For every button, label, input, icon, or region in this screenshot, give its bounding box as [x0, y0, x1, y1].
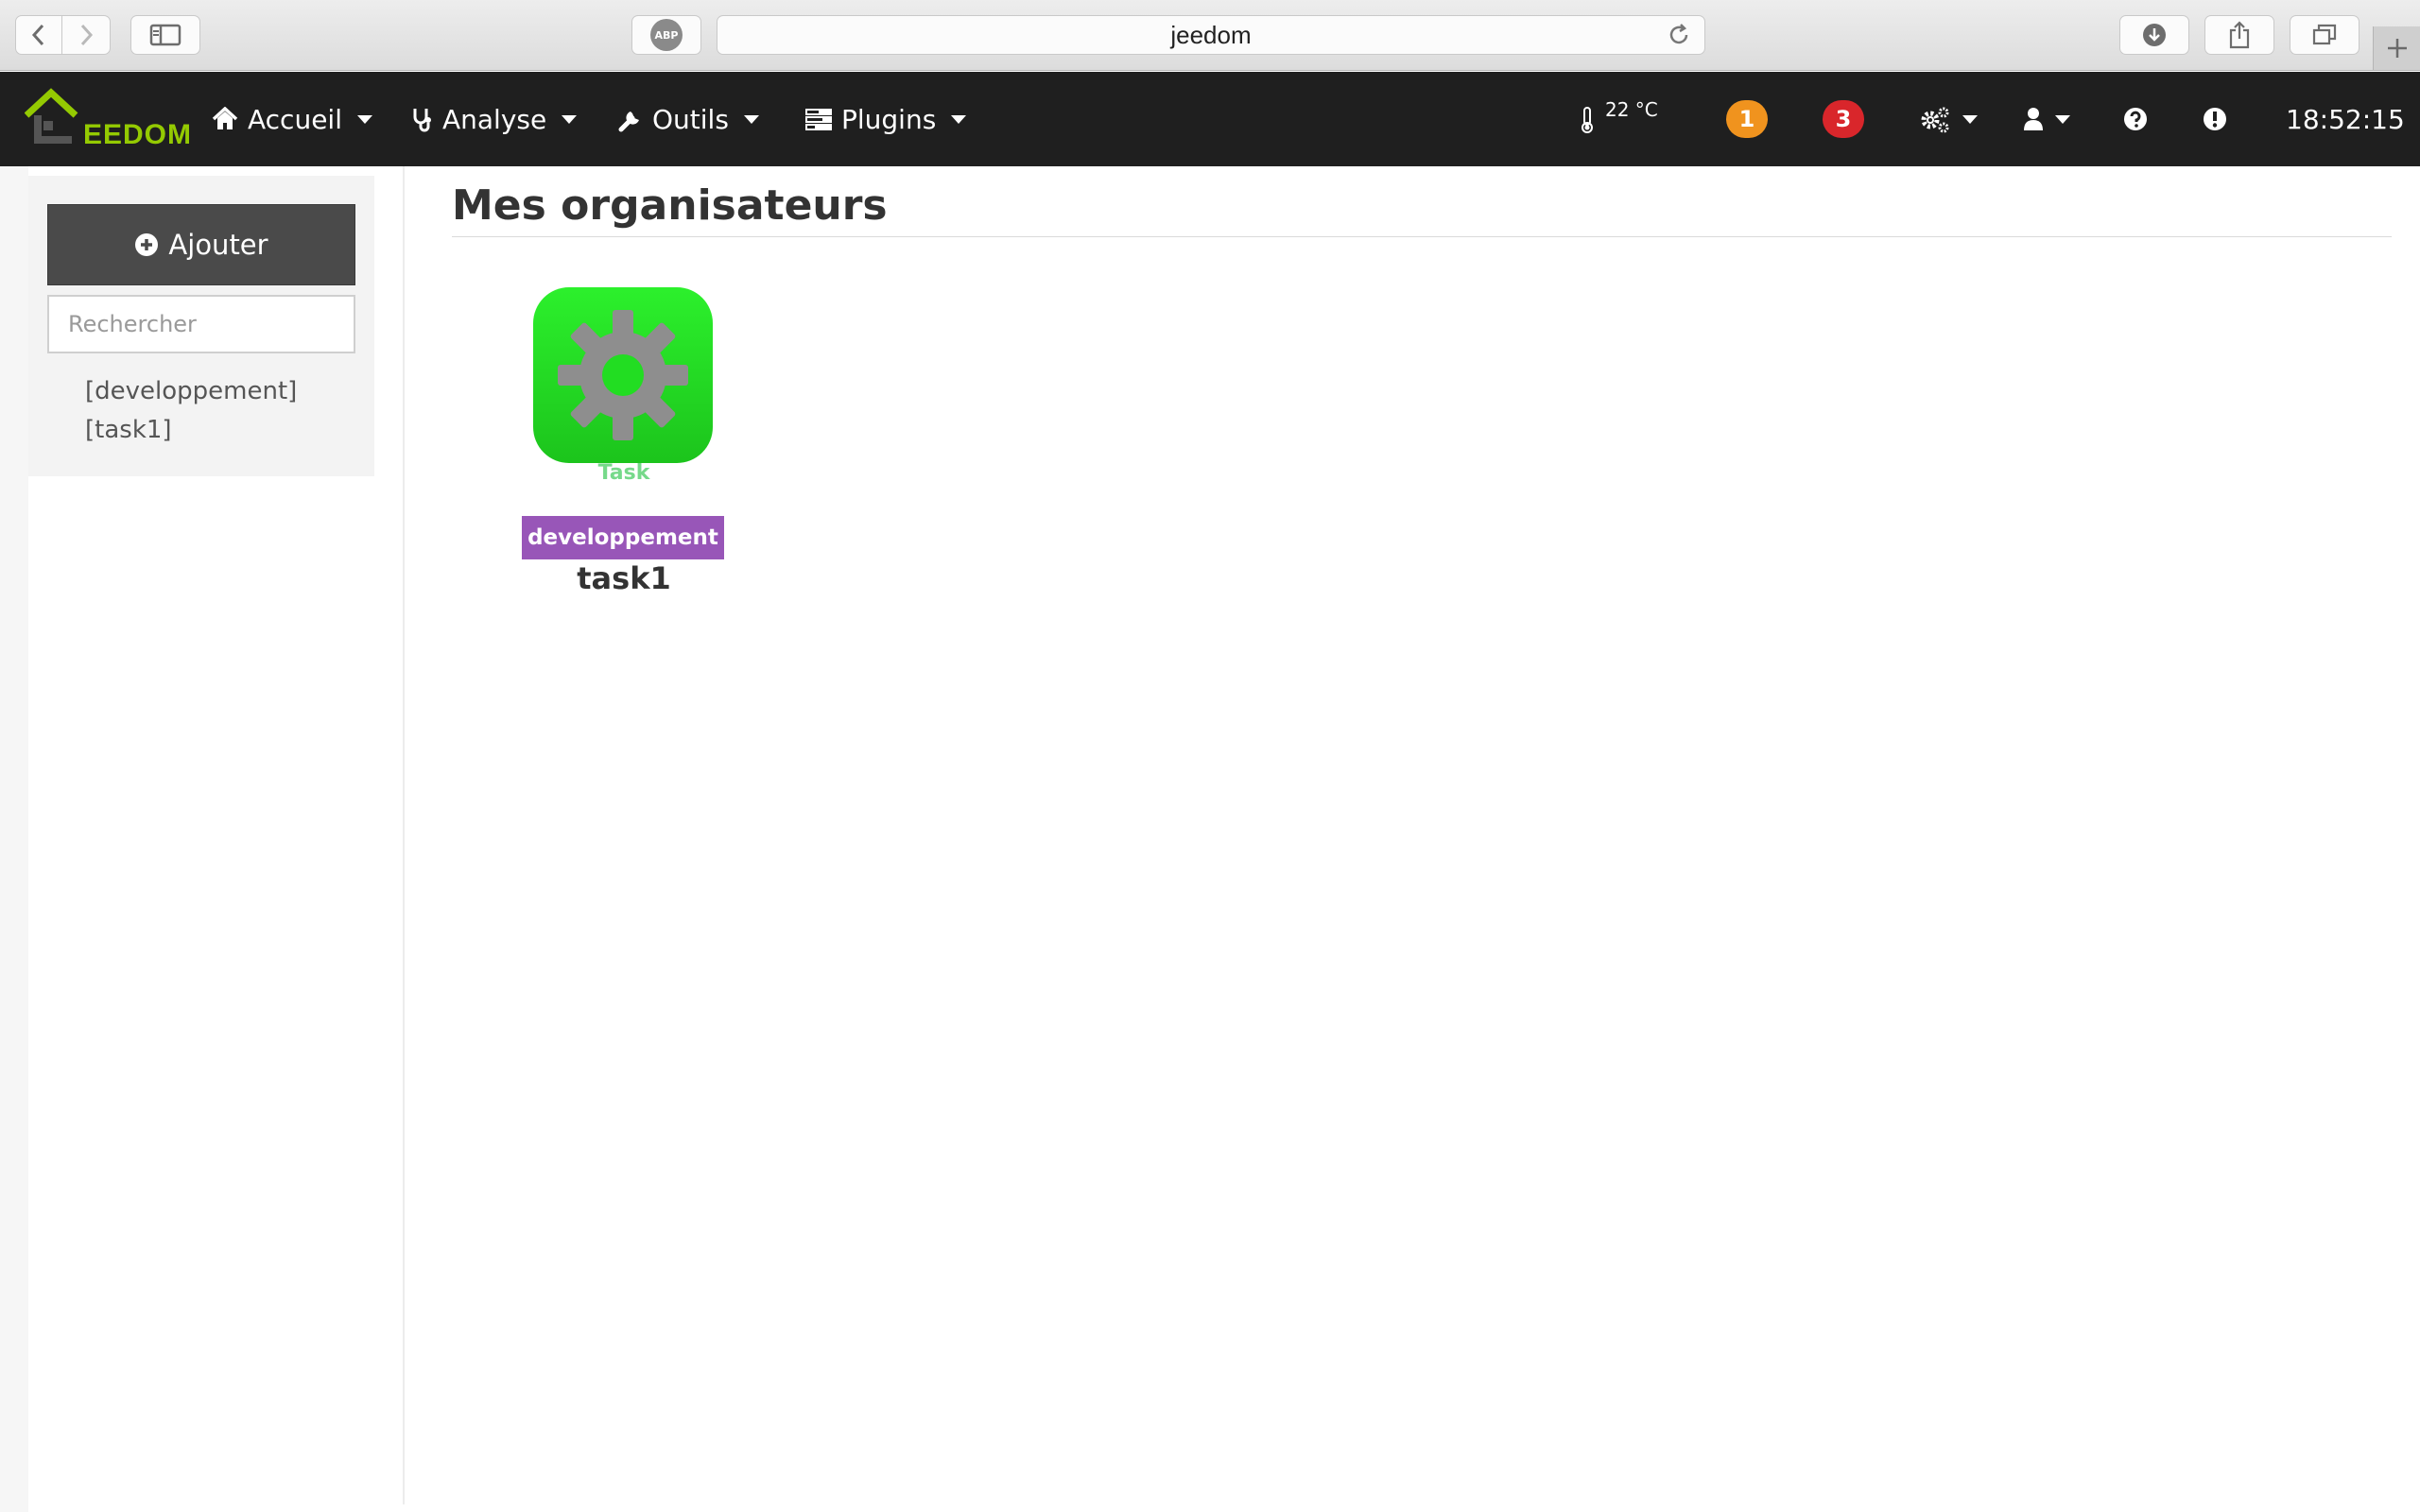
user-menu[interactable] — [2023, 98, 2070, 140]
reload-icon[interactable] — [1667, 23, 1691, 47]
sidebar-divider — [403, 166, 405, 1504]
share-button[interactable] — [2204, 15, 2274, 55]
forward-button[interactable] — [61, 15, 111, 55]
caret-down-icon — [2055, 114, 2070, 124]
question-circle-icon — [2124, 108, 2147, 130]
stethoscope-icon — [413, 109, 431, 132]
user-icon — [2024, 108, 2043, 130]
back-button[interactable] — [15, 15, 62, 55]
url-text: jeedom — [1170, 20, 1252, 49]
share-icon — [2229, 21, 2250, 49]
page-title: Mes organisateurs — [452, 181, 888, 230]
wrench-icon — [618, 112, 639, 132]
card-icon-tile — [533, 287, 713, 463]
nav-analyse[interactable]: Analyse — [410, 100, 578, 138]
nav-analyse-label: Analyse — [442, 103, 547, 135]
sidebar-icon — [149, 24, 182, 46]
nav-accueil[interactable]: Accueil — [212, 100, 372, 138]
chevron-right-icon — [80, 24, 94, 46]
temperature-widget[interactable]: 22 °C — [1581, 98, 1658, 134]
downloads-button[interactable] — [2119, 15, 2189, 55]
plus-icon — [2387, 39, 2407, 58]
plus-circle-icon — [135, 233, 159, 256]
clock: 18:52:15 — [2286, 103, 2405, 135]
help-button[interactable] — [2123, 98, 2148, 140]
chevron-left-icon — [31, 24, 44, 46]
caret-down-icon — [951, 114, 967, 124]
error-count-badge[interactable]: 3 — [1823, 100, 1864, 138]
tasks-icon — [805, 109, 832, 130]
caret-down-icon — [743, 114, 759, 124]
caret-down-icon — [356, 114, 372, 124]
nav-outils-label: Outils — [652, 103, 729, 135]
caret-down-icon — [1962, 114, 1978, 124]
exclamation-circle-icon — [2204, 108, 2226, 130]
warning-count-badge[interactable]: 1 — [1726, 100, 1768, 138]
sidebar-toggle-button[interactable] — [130, 15, 200, 55]
temperature-value: 22 °C — [1605, 98, 1658, 121]
card-name: task1 — [577, 560, 671, 596]
sidebar-item-developpement[interactable]: [developpement] — [85, 372, 297, 411]
nav-outils[interactable]: Outils — [618, 100, 759, 138]
search-input[interactable] — [47, 295, 355, 353]
add-button-label: Ajouter — [168, 229, 268, 261]
nav-accueil-label: Accueil — [248, 103, 342, 135]
add-button[interactable]: Ajouter — [47, 204, 355, 285]
new-tab-button[interactable] — [2373, 26, 2420, 70]
adblock-button[interactable]: ABP — [631, 15, 701, 55]
tab-overview-button[interactable] — [2290, 15, 2360, 55]
home-icon — [212, 107, 238, 129]
download-icon — [2143, 24, 2166, 46]
gear-icon — [558, 310, 688, 440]
gears-icon — [1921, 107, 1949, 133]
caret-down-icon — [562, 114, 578, 124]
card-tag: developpement — [522, 516, 724, 559]
tabs-icon — [2312, 24, 2337, 45]
sidebar-list: [developpement] [task1] — [85, 372, 297, 450]
left-gutter — [0, 166, 28, 1512]
card-subtitle: Task — [597, 461, 650, 485]
alert-button[interactable] — [2203, 98, 2227, 140]
title-divider — [452, 236, 2392, 237]
thermometer-icon — [1582, 107, 1593, 133]
settings-menu[interactable] — [1919, 98, 1978, 140]
browser-toolbar: ABP jeedom — [0, 0, 2420, 71]
nav-plugins[interactable]: Plugins — [805, 100, 967, 138]
main-navbar: EEDOM Accueil Analyse Outils Plugins 22 … — [0, 72, 2420, 166]
address-bar[interactable]: jeedom — [717, 15, 1705, 55]
logo-text: EEDOM — [83, 119, 193, 150]
sidebar-item-task1[interactable]: [task1] — [85, 411, 297, 450]
organizer-card[interactable]: Task developpement task1 — [518, 284, 730, 605]
nav-plugins-label: Plugins — [841, 103, 937, 135]
adblock-icon: ABP — [650, 19, 683, 51]
